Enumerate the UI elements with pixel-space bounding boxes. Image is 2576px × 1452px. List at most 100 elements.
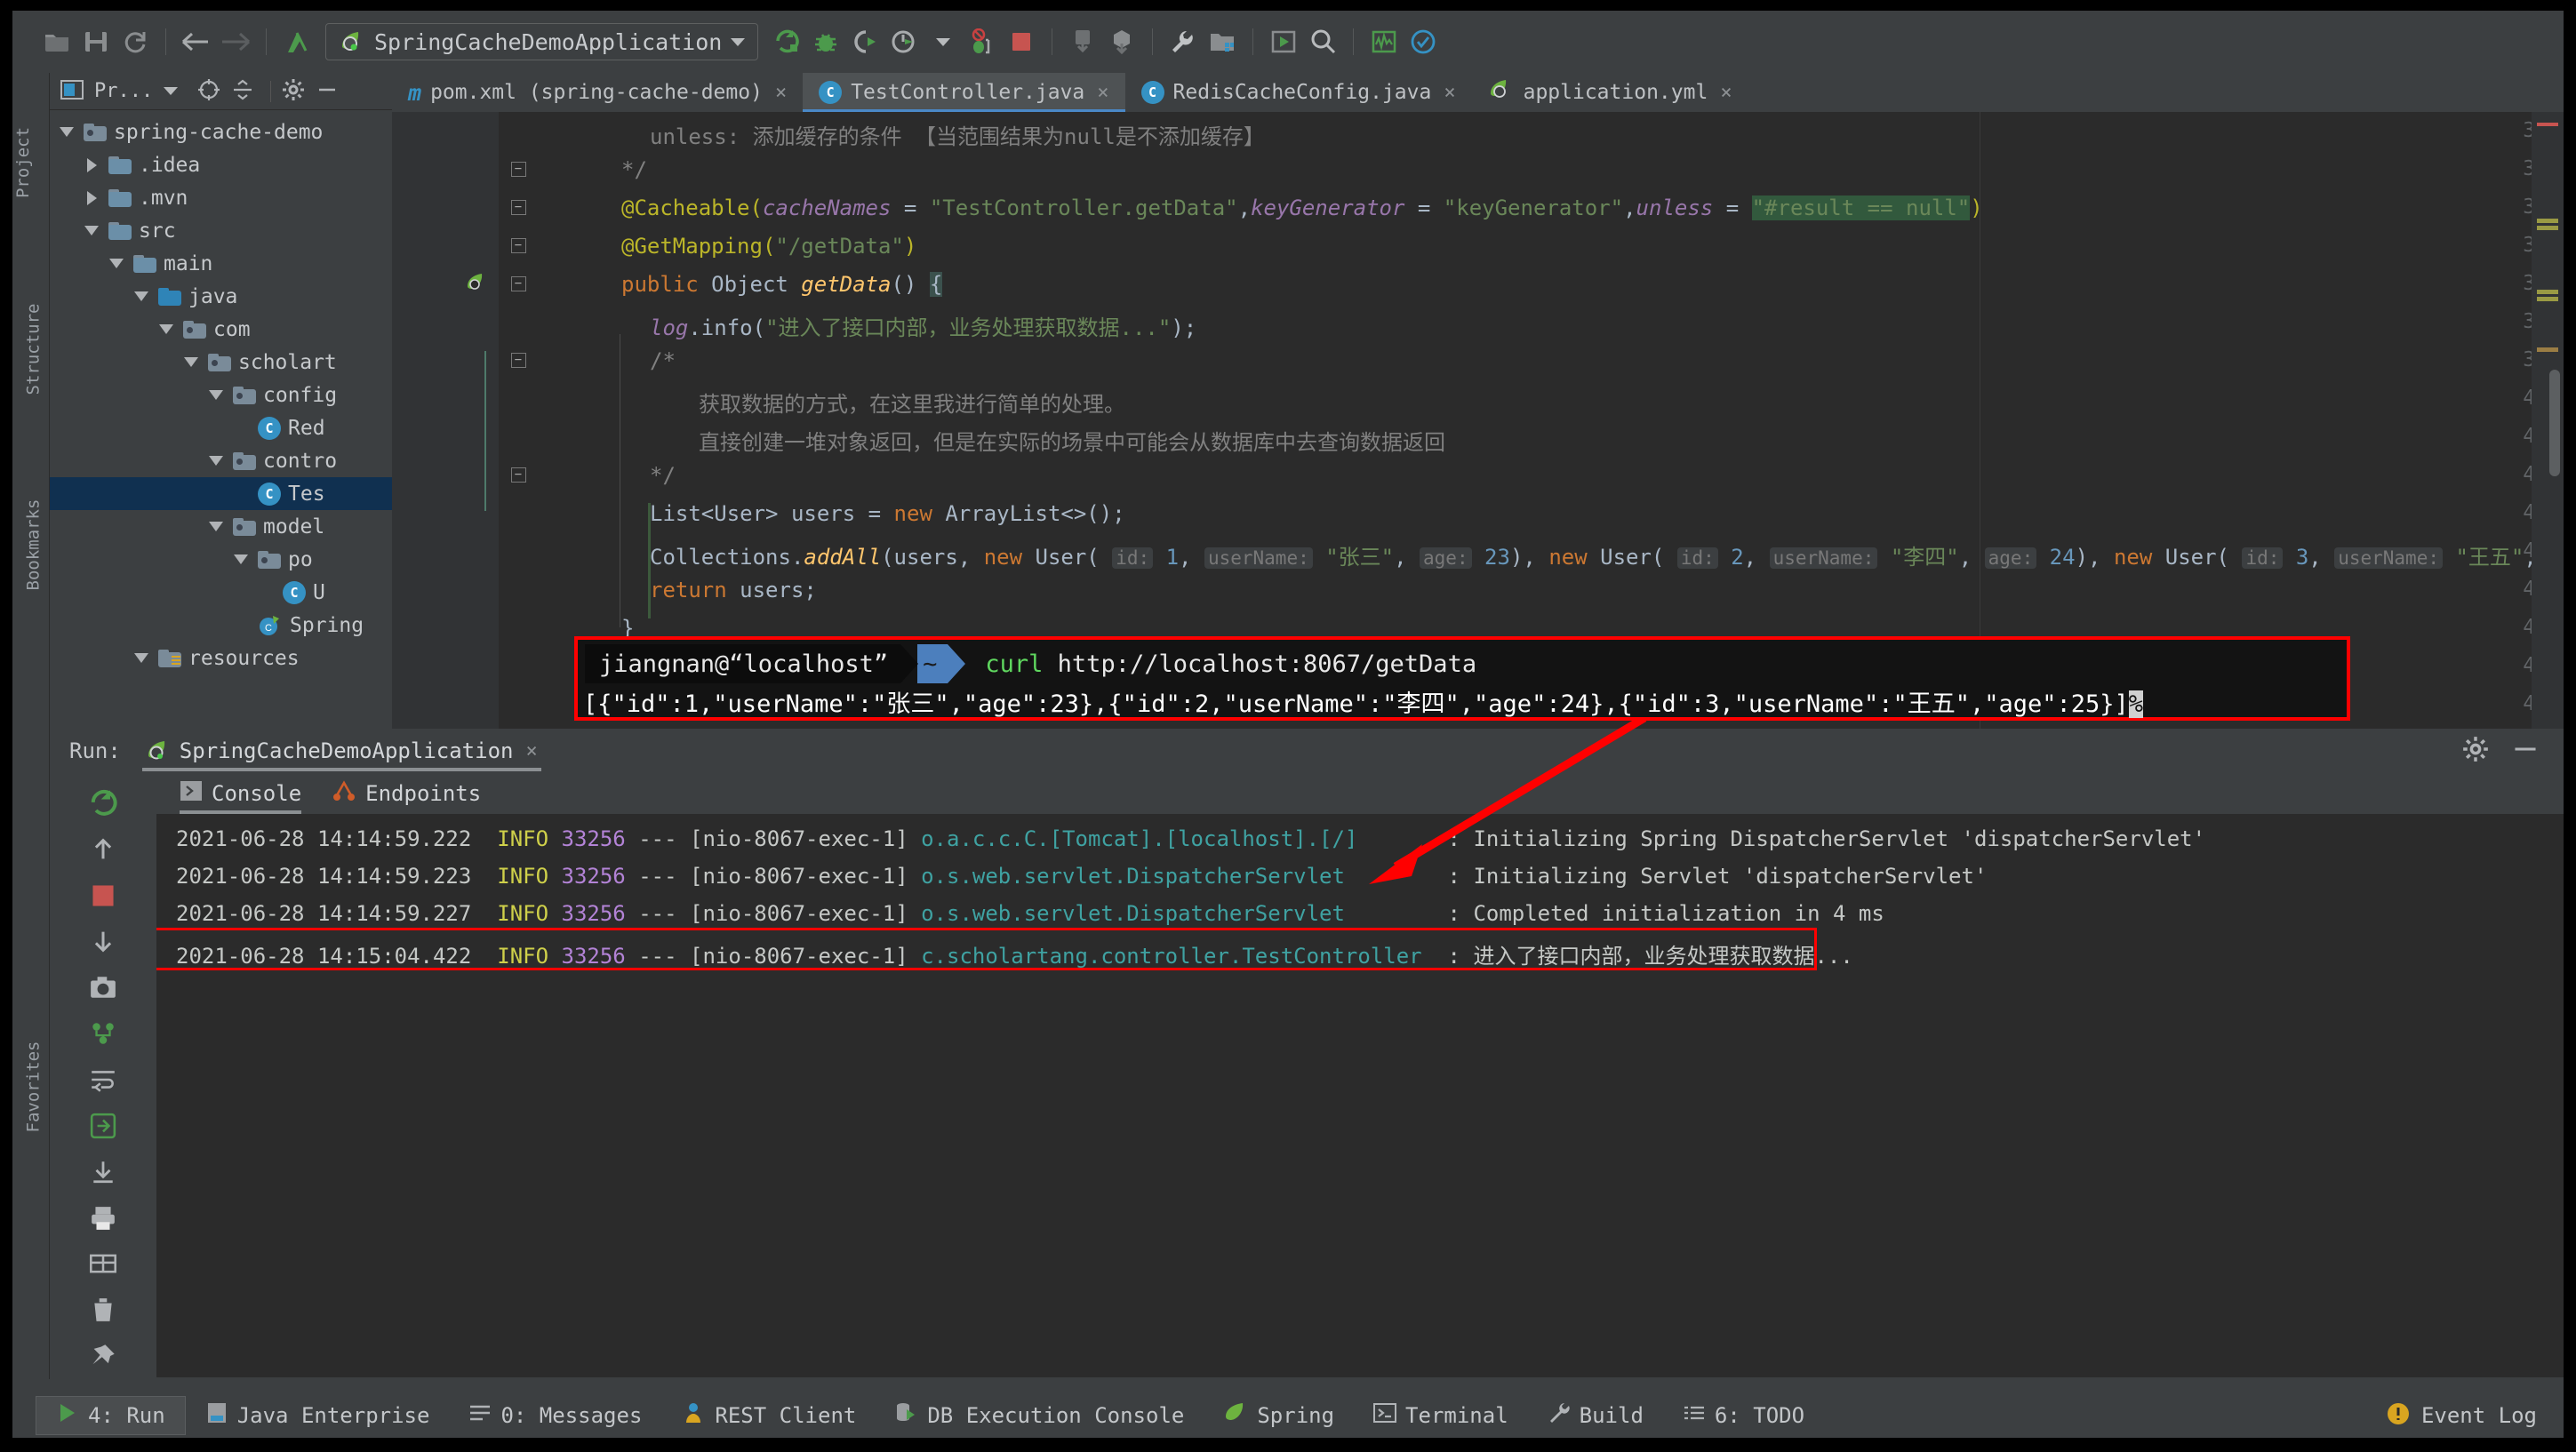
status-bar-item-4-run[interactable]: 4: Run bbox=[36, 1396, 186, 1435]
db-run-icon[interactable] bbox=[1264, 22, 1303, 61]
hide-icon[interactable] bbox=[316, 78, 339, 105]
scroll-up-icon[interactable] bbox=[79, 828, 127, 871]
attach-debugger-icon[interactable] bbox=[963, 22, 1002, 61]
rail-item-project[interactable]: Project bbox=[13, 127, 33, 198]
collapse-all-icon[interactable] bbox=[231, 78, 254, 105]
chevron-down-icon[interactable] bbox=[206, 386, 226, 405]
scroll-to-end-icon[interactable] bbox=[79, 1151, 127, 1193]
run-configuration-selector[interactable]: SpringCacheDemoApplication bbox=[325, 23, 759, 60]
tree-item-spring-cache-demo[interactable]: spring-cache-demo bbox=[50, 116, 392, 148]
deploy-icon[interactable] bbox=[1102, 22, 1141, 61]
check-icon[interactable] bbox=[1404, 22, 1443, 61]
debug-icon[interactable] bbox=[806, 22, 845, 61]
trash-icon[interactable] bbox=[79, 1288, 127, 1331]
tree-item-model[interactable]: model bbox=[50, 510, 392, 543]
editor-gutter[interactable] bbox=[392, 112, 499, 729]
project-tree[interactable]: spring-cache-demo .idea .mvn src main java com… bbox=[50, 110, 392, 674]
event-log-label[interactable]: Event Log bbox=[2421, 1403, 2537, 1428]
warning-marker[interactable] bbox=[2537, 219, 2558, 223]
close-icon[interactable]: × bbox=[775, 82, 787, 104]
chevron-down-icon[interactable] bbox=[107, 254, 126, 274]
project-structure-icon[interactable] bbox=[1203, 22, 1242, 61]
update-app-icon[interactable] bbox=[1063, 22, 1102, 61]
tree-item-main[interactable]: main bbox=[50, 247, 392, 280]
tree-item-spring[interactable]: C Spring bbox=[50, 609, 392, 642]
restart-icon[interactable] bbox=[79, 1105, 127, 1147]
stop-icon[interactable] bbox=[1002, 22, 1041, 61]
status-bar-item-build[interactable]: Build bbox=[1528, 1396, 1663, 1435]
stop-icon[interactable] bbox=[79, 874, 127, 917]
chevron-right-icon[interactable] bbox=[82, 188, 101, 208]
chevron-right-icon[interactable] bbox=[82, 156, 101, 175]
chevron-down-icon[interactable] bbox=[132, 287, 151, 307]
rail-item-favorites[interactable]: Favorites bbox=[23, 1041, 43, 1133]
run-sub-tab-endpoints[interactable]: Endpoints bbox=[332, 773, 481, 814]
status-bar-item-6-todo[interactable]: 6: TODO bbox=[1663, 1396, 1824, 1435]
tree-item-resources[interactable]: resources bbox=[50, 642, 392, 674]
tree-item-config[interactable]: config bbox=[50, 379, 392, 411]
chevron-down-icon[interactable] bbox=[231, 550, 251, 570]
chevron-down-icon[interactable] bbox=[82, 221, 101, 241]
close-icon[interactable]: × bbox=[1444, 82, 1455, 104]
rail-item-bookmarks[interactable]: Bookmarks bbox=[23, 499, 43, 591]
close-icon[interactable]: × bbox=[1720, 82, 1732, 104]
save-all-icon[interactable] bbox=[76, 22, 116, 61]
wrench-icon[interactable] bbox=[1164, 22, 1203, 61]
close-icon[interactable]: × bbox=[525, 740, 537, 762]
run-icon[interactable] bbox=[767, 22, 806, 61]
soft-wrap-icon[interactable] bbox=[79, 1058, 127, 1101]
tree-item-tes[interactable]: C Tes bbox=[50, 477, 392, 510]
run-configuration-tab[interactable]: SpringCacheDemoApplication × bbox=[137, 730, 547, 771]
editor-tab-application[interactable]: application.yml × bbox=[1472, 73, 1748, 112]
profiler-icon[interactable] bbox=[884, 22, 924, 61]
grid-icon[interactable] bbox=[79, 1242, 127, 1285]
scroll-down-icon[interactable] bbox=[79, 921, 127, 963]
console-output[interactable]: 2021-06-28 14:14:59.222 INFO 33256 --- [… bbox=[156, 814, 2564, 1377]
chevron-down-icon[interactable] bbox=[164, 87, 179, 95]
chevron-down-icon[interactable] bbox=[924, 22, 963, 61]
chevron-down-icon[interactable] bbox=[132, 649, 151, 668]
fold-marker[interactable]: − bbox=[509, 351, 527, 369]
tree-item-src[interactable]: src bbox=[50, 214, 392, 247]
tree-item-scholart[interactable]: scholart bbox=[50, 346, 392, 379]
pin-icon[interactable] bbox=[79, 1335, 127, 1377]
editor-tab-rediscacheconfig[interactable]: C RedisCacheConfig.java × bbox=[1125, 73, 1472, 112]
rerun-icon[interactable] bbox=[79, 782, 127, 825]
run-sub-tab-console[interactable]: Console bbox=[180, 773, 302, 814]
build-project-icon[interactable] bbox=[277, 22, 316, 61]
print-icon[interactable] bbox=[79, 1197, 127, 1240]
tree-item--mvn[interactable]: .mvn bbox=[50, 181, 392, 214]
status-bar-item-spring[interactable]: Spring bbox=[1204, 1396, 1354, 1435]
back-icon[interactable] bbox=[177, 22, 216, 61]
todo-marker[interactable] bbox=[2537, 347, 2558, 352]
tree-item-contro[interactable]: contro bbox=[50, 444, 392, 477]
chevron-down-icon[interactable] bbox=[206, 451, 226, 471]
open-folder-icon[interactable] bbox=[37, 22, 76, 61]
chevron-down-icon[interactable] bbox=[206, 517, 226, 537]
error-marker[interactable] bbox=[2537, 123, 2558, 126]
gear-icon[interactable] bbox=[282, 78, 305, 105]
chevron-down-icon[interactable] bbox=[57, 123, 76, 142]
gear-icon[interactable] bbox=[2462, 736, 2489, 766]
tree-item-red[interactable]: C Red bbox=[50, 411, 392, 444]
chevron-down-icon[interactable] bbox=[181, 353, 201, 372]
status-bar-item-java-enterprise[interactable]: Java Enterprise bbox=[186, 1396, 450, 1435]
editor-scrollbar-thumb[interactable] bbox=[2549, 370, 2560, 476]
status-bar-item-rest-client[interactable]: REST Client bbox=[661, 1396, 876, 1435]
editor-tab-pom[interactable]: m pom.xml (spring-cache-demo) × bbox=[392, 73, 803, 112]
tree-item-u[interactable]: CU bbox=[50, 576, 392, 609]
chevron-down-icon[interactable] bbox=[156, 320, 176, 339]
close-icon[interactable]: × bbox=[1097, 82, 1108, 104]
camera-icon[interactable] bbox=[79, 966, 127, 1009]
tree-item-com[interactable]: com bbox=[50, 313, 392, 346]
warning-marker[interactable] bbox=[2537, 226, 2558, 230]
fold-marker[interactable]: − bbox=[509, 198, 527, 216]
locate-icon[interactable] bbox=[197, 78, 220, 105]
fold-marker[interactable]: − bbox=[509, 275, 527, 292]
thread-dump-icon[interactable] bbox=[79, 1012, 127, 1055]
run-with-coverage-icon[interactable] bbox=[845, 22, 884, 61]
status-bar-item-terminal[interactable]: Terminal bbox=[1354, 1396, 1528, 1435]
tree-item--idea[interactable]: .idea bbox=[50, 148, 392, 181]
editor-tab-testcontroller[interactable]: C TestController.java × bbox=[803, 73, 1125, 112]
search-icon[interactable] bbox=[1303, 22, 1342, 61]
